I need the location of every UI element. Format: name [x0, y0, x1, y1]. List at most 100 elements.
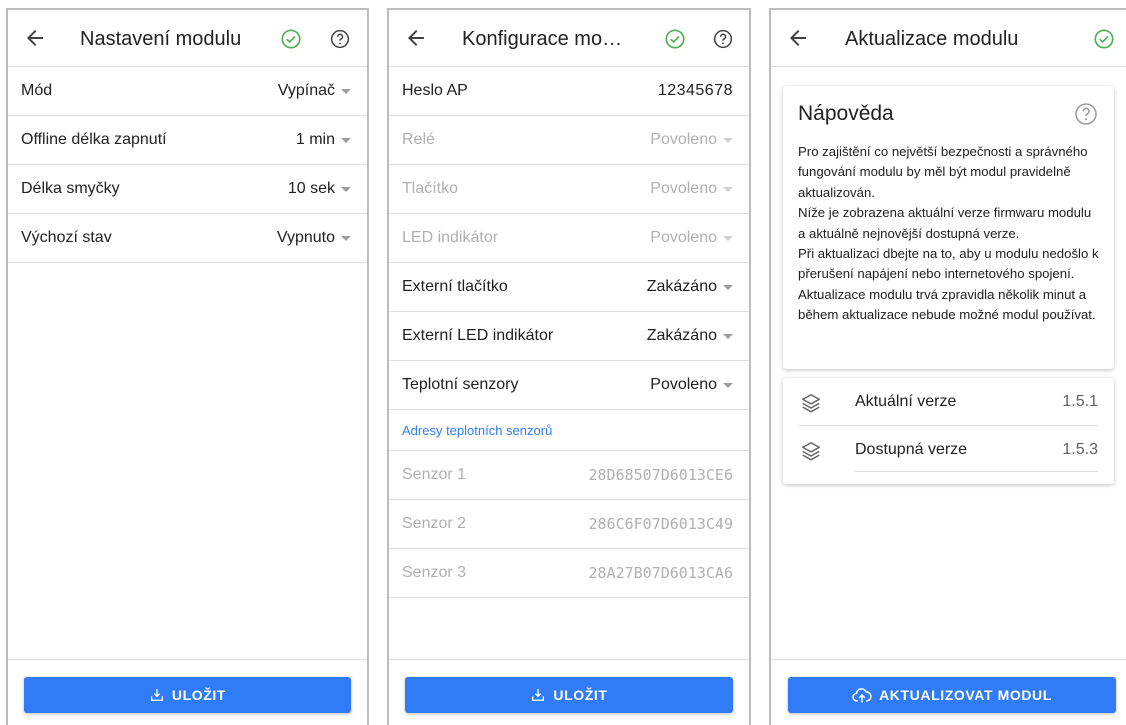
page-title: Nastavení modulu [80, 28, 242, 50]
version-value: 1.5.1 [1062, 393, 1098, 410]
led-select: Povoleno [650, 229, 733, 247]
chevron-down-icon [341, 186, 351, 192]
help-icon [1075, 103, 1097, 125]
loop-length-select[interactable]: 10 sek [288, 180, 351, 198]
setting-label: Externí tlačítko [402, 278, 508, 295]
select-value: Zakázáno [646, 327, 717, 344]
save-icon [150, 689, 163, 701]
relay-select: Povoleno [650, 131, 733, 149]
sensor-addresses-link: Adresy teplotních senzorů [402, 423, 553, 438]
setting-row-button: Tlačítko Povoleno [389, 165, 749, 214]
setting-row-external-button[interactable]: Externí tlačítko Zakázáno [389, 263, 749, 312]
select-value: Povoleno [650, 376, 717, 393]
setting-row-external-led[interactable]: Externí LED indikátor Zakázáno [389, 312, 749, 361]
sensor-label: Senzor 1 [402, 466, 467, 483]
button-select: Povoleno [650, 180, 733, 198]
help-icon[interactable] [330, 29, 350, 49]
setting-row-led: LED indikátor Povoleno [389, 214, 749, 263]
check-circle-icon [665, 29, 685, 49]
save-icon [532, 689, 545, 701]
select-value: Povoleno [650, 131, 717, 148]
app-bar: Nastavení modulu [8, 10, 367, 67]
sensor-label: Senzor 2 [402, 515, 467, 532]
cloud-upload-icon [852, 688, 872, 703]
chevron-down-icon [723, 137, 733, 143]
available-version-row: Dostupná verze 1.5.3 [783, 426, 1114, 474]
update-label: AKTUALIZOVAT MODUL [879, 687, 1052, 703]
layers-icon [802, 394, 820, 413]
update-module-button[interactable]: AKTUALIZOVAT MODUL [788, 677, 1116, 713]
module-update-panel: Aktualizace modulu Nápověda Pro zajištěn… [769, 8, 1126, 725]
ap-password-row[interactable]: Heslo AP 12345678 [389, 67, 749, 116]
sensor-label: Senzor 3 [402, 564, 467, 581]
back-arrow-icon[interactable] [404, 26, 428, 50]
setting-row-offline-duration[interactable]: Offline délka zapnutí 1 min [8, 116, 367, 165]
save-label: ULOŽIT [553, 687, 608, 703]
default-state-select[interactable]: Vypnuto [277, 229, 351, 247]
setting-label: Heslo AP [402, 82, 468, 99]
footer: ULOŽIT [8, 659, 367, 725]
setting-row-relay: Relé Povoleno [389, 116, 749, 165]
save-label: ULOŽIT [171, 687, 227, 703]
chevron-down-icon [341, 137, 351, 143]
module-settings-panel: Nastavení modulu Mód Vypínač Offline dél… [6, 8, 369, 725]
module-configuration-panel: Konfigurace mo… Heslo AP 12345678 Relé P… [387, 8, 751, 725]
setting-label: Tlačítko [402, 180, 459, 197]
current-version-row: Aktuální verze 1.5.1 [799, 378, 1098, 426]
versions-card: Aktuální verze 1.5.1 Dostupná verze 1.5.… [783, 378, 1114, 484]
setting-row-temperature-sensors[interactable]: Teplotní senzory Povoleno [389, 361, 749, 410]
select-value: 10 sek [287, 180, 335, 197]
chevron-down-icon [341, 235, 351, 241]
back-arrow-icon[interactable] [23, 26, 47, 50]
app-bar: Konfigurace mo… [389, 10, 749, 67]
setting-label: Výchozí stav [21, 229, 112, 246]
sensor-address: 286C6F07D6013C49 [588, 515, 734, 533]
layers-icon [802, 442, 820, 461]
page-title: Konfigurace mo… [462, 28, 623, 50]
footer: AKTUALIZOVAT MODUL [771, 659, 1126, 725]
select-value: Vypínač [277, 82, 335, 99]
ap-password-value[interactable]: 12345678 [658, 82, 733, 100]
footer: ULOŽIT [389, 659, 749, 725]
sensor-row: Senzor 3 28A27B07D6013CA6 [389, 549, 749, 598]
page-title: Aktualizace modulu [845, 28, 1019, 50]
external-button-select[interactable]: Zakázáno [647, 278, 733, 296]
select-value: 1 min [295, 131, 335, 148]
app-bar: Aktualizace modulu [771, 10, 1126, 67]
chevron-down-icon [723, 333, 733, 339]
chevron-down-icon [723, 284, 733, 290]
back-arrow-icon[interactable] [786, 26, 810, 50]
sensor-address: 28A27B07D6013CA6 [588, 564, 734, 582]
help-text: Pro zajištění co největší bezpečnosti a … [798, 144, 1099, 323]
sensor-address: 28D68507D6013CE6 [588, 466, 734, 484]
select-value: Povoleno [650, 180, 717, 197]
setting-label: Relé [402, 131, 435, 148]
setting-label: Mód [21, 82, 53, 99]
chevron-down-icon [723, 235, 733, 241]
offline-duration-select[interactable]: 1 min [296, 131, 351, 149]
setting-label: Offline délka zapnutí [21, 131, 167, 148]
setting-row-loop-length[interactable]: Délka smyčky 10 sek [8, 165, 367, 214]
mode-select[interactable]: Vypínač [278, 82, 351, 100]
external-led-select[interactable]: Zakázáno [647, 327, 733, 345]
check-circle-icon [281, 29, 301, 49]
save-button[interactable]: ULOŽIT [405, 677, 733, 713]
save-button[interactable]: ULOŽIT [24, 677, 351, 713]
chevron-down-icon [341, 88, 351, 94]
temperature-sensors-select[interactable]: Povoleno [650, 376, 733, 394]
chevron-down-icon [723, 186, 733, 192]
setting-label: LED indikátor [402, 229, 499, 246]
setting-label: Délka smyčky [21, 180, 120, 197]
help-icon[interactable] [713, 29, 733, 49]
sensor-addresses-header: Adresy teplotních senzorů [389, 410, 749, 451]
setting-row-mode[interactable]: Mód Vypínač [8, 67, 367, 116]
setting-row-default-state[interactable]: Výchozí stav Vypnuto [8, 214, 367, 263]
chevron-down-icon [723, 382, 733, 388]
help-card: Nápověda Pro zajištění co největší bezpe… [783, 86, 1114, 369]
select-value: Zakázáno [646, 278, 717, 295]
version-label: Dostupná verze [855, 441, 968, 458]
select-value: Povoleno [650, 229, 717, 246]
help-title: Nápověda [798, 102, 894, 125]
select-value: Vypnuto [276, 229, 335, 246]
version-label: Aktuální verze [855, 393, 957, 410]
